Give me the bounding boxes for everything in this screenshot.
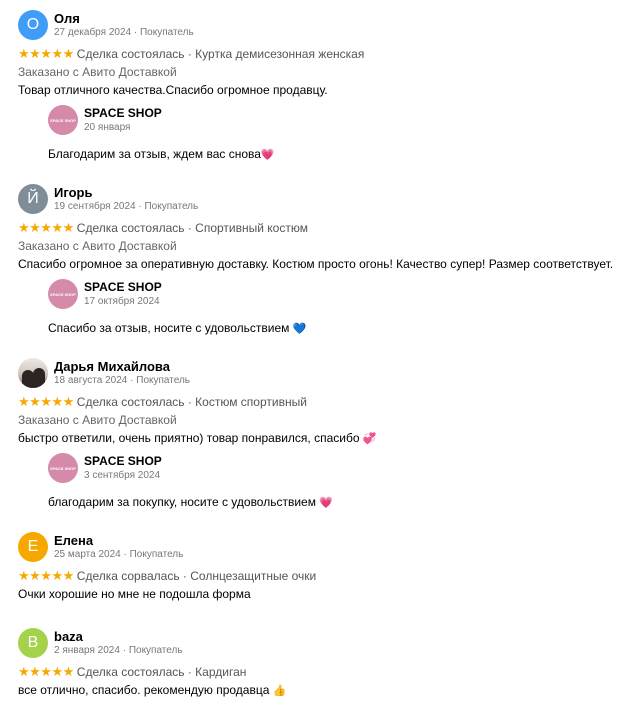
- star-rating-icon: ★★★★★: [18, 220, 74, 235]
- avatar[interactable]: О: [18, 10, 48, 40]
- thumbs-up-emoji-icon: 👍: [272, 685, 287, 697]
- delivery-label: Заказано с Авито Доставкой: [18, 413, 177, 427]
- delivery-label: Заказано с Авито Доставкой: [18, 65, 177, 79]
- shop-name[interactable]: SPACE SHOP: [84, 106, 162, 120]
- review-text: все отлично, спасибо. рекомендую продавц…: [18, 683, 287, 697]
- heart-emoji-icon: 💗: [319, 497, 334, 509]
- review-meta: 27 декабря 2024 · Покупатель: [54, 27, 194, 38]
- avatar-figure: [33, 368, 45, 388]
- shop-logo[interactable]: SPACE SHOP: [48, 453, 78, 483]
- reply-date: 3 сентября 2024: [84, 470, 161, 481]
- reviewer-name[interactable]: Оля: [54, 11, 80, 26]
- reply-text: Благодарим за отзыв, ждем вас снова💗: [48, 147, 275, 161]
- star-rating-icon: ★★★★★: [18, 46, 74, 61]
- deal-status: Сделка состоялась · Костюм спортивный: [76, 395, 307, 409]
- rating-row: ★★★★★ Сделка сорвалась · Солнцезащитные о…: [18, 568, 316, 584]
- review-text: Товар отличного качества.Спасибо огромно…: [18, 83, 328, 97]
- review-meta: 25 марта 2024 · Покупатель: [54, 549, 184, 560]
- reviewer-name[interactable]: baza: [54, 629, 83, 644]
- review-meta: 19 сентября 2024 · Покупатель: [54, 201, 199, 212]
- avatar-photo[interactable]: [18, 358, 48, 388]
- avatar[interactable]: B: [18, 628, 48, 658]
- reply-text: Спасибо за отзыв, носите с удовольствием…: [48, 321, 307, 335]
- rating-row: ★★★★★ Сделка состоялась · Кардиган: [18, 664, 246, 680]
- hearts-emoji-icon: 💞: [362, 433, 377, 445]
- seller-reply: SPACE SHOP SPACE SHOP 20 января Благодар…: [48, 105, 608, 177]
- rating-row: ★★★★★ Сделка состоялась · Костюм спортивн…: [18, 394, 307, 410]
- heart-emoji-icon: 💗: [260, 149, 275, 161]
- review-text: Спасибо огромное за оперативную доставку…: [18, 257, 614, 271]
- reviewer-name[interactable]: Игорь: [54, 185, 92, 200]
- review-meta: 2 января 2024 · Покупатель: [54, 645, 183, 656]
- avatar[interactable]: Й: [18, 184, 48, 214]
- reply-date: 20 января: [84, 122, 131, 133]
- heart-emoji-icon: 💙: [292, 323, 307, 335]
- shop-name[interactable]: SPACE SHOP: [84, 454, 162, 468]
- deal-status: Сделка состоялась · Куртка демисезонная …: [76, 47, 365, 61]
- rating-row: ★★★★★ Сделка состоялась · Спортивный кост…: [18, 220, 308, 236]
- reviewer-name[interactable]: Елена: [54, 533, 93, 548]
- seller-reply: SPACE SHOP SPACE SHOP 17 октября 2024 Сп…: [48, 279, 608, 351]
- seller-reply: SPACE SHOP SPACE SHOP 3 сентября 2024 бл…: [48, 453, 608, 525]
- deal-status: Сделка состоялась · Спортивный костюм: [76, 221, 308, 235]
- shop-logo[interactable]: SPACE SHOP: [48, 105, 78, 135]
- avatar[interactable]: Е: [18, 532, 48, 562]
- star-rating-icon: ★★★★★: [18, 568, 74, 583]
- reply-date: 17 октября 2024: [84, 296, 160, 307]
- deal-status: Сделка сорвалась · Солнцезащитные очки: [76, 569, 317, 583]
- star-rating-icon: ★★★★★: [18, 664, 74, 679]
- review-meta: 18 августа 2024 · Покупатель: [54, 375, 190, 386]
- shop-name[interactable]: SPACE SHOP: [84, 280, 162, 294]
- review-text: Очки хорошие но мне не подошла форма: [18, 587, 251, 601]
- review-text: быстро ответили, очень приятно) товар по…: [18, 431, 377, 445]
- delivery-label: Заказано с Авито Доставкой: [18, 239, 177, 253]
- rating-row: ★★★★★ Сделка состоялась · Куртка демисезо…: [18, 46, 364, 62]
- deal-status: Сделка состоялась · Кардиган: [76, 665, 247, 679]
- reply-text: благодарим за покупку, носите с удовольс…: [48, 495, 334, 509]
- star-rating-icon: ★★★★★: [18, 394, 74, 409]
- reviewer-name[interactable]: Дарья Михайлова: [54, 359, 170, 374]
- shop-logo[interactable]: SPACE SHOP: [48, 279, 78, 309]
